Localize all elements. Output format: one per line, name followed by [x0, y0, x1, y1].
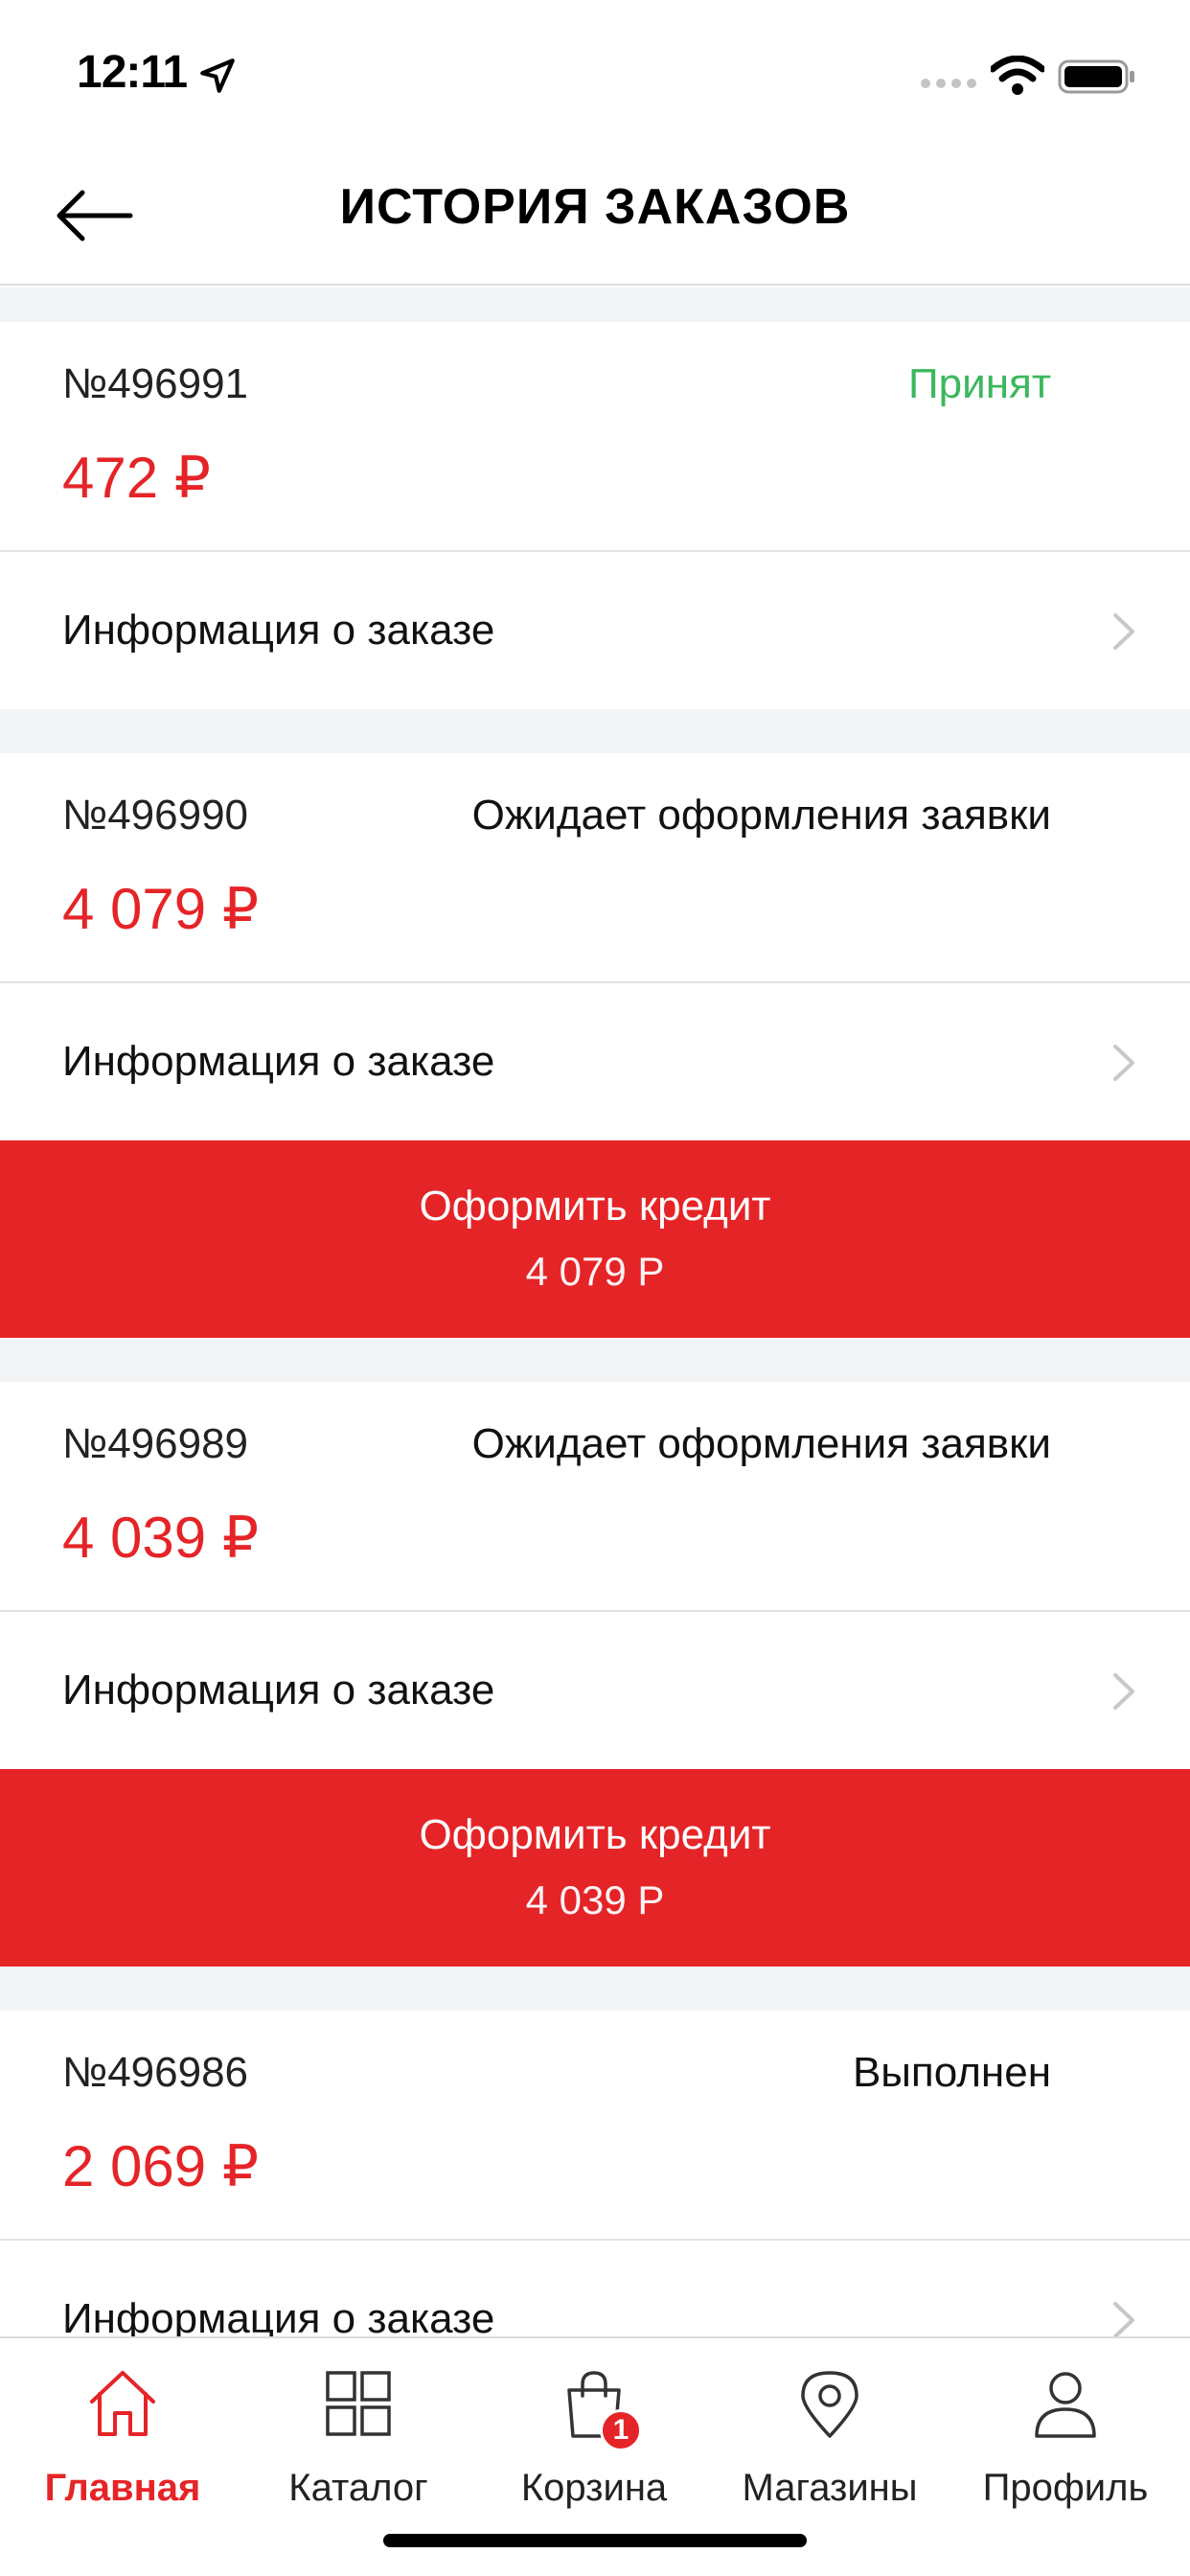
- chevron-right-icon: [1113, 1045, 1134, 1081]
- order-header: №496990 Ожидает оформления заявки 4 079 …: [0, 753, 1190, 983]
- tab-label: Магазины: [742, 2467, 918, 2509]
- order-price: 472 ₽: [62, 446, 211, 510]
- tab-stores[interactable]: Магазины: [724, 2365, 935, 2510]
- order-info-row[interactable]: Информация о заказе: [0, 2241, 1190, 2336]
- home-icon: [90, 2371, 155, 2436]
- chevron-right-icon: [1113, 613, 1134, 650]
- tab-profile[interactable]: Профиль: [960, 2365, 1171, 2510]
- credit-button-amount: 4 079 Р: [525, 1249, 665, 1294]
- location-pin-icon: [801, 2371, 858, 2438]
- home-indicator: [383, 2534, 807, 2547]
- order-card: №496990 Ожидает оформления заявки 4 079 …: [0, 753, 1190, 1338]
- credit-button-amount: 4 039 Р: [525, 1877, 665, 1922]
- order-card: №496989 Ожидает оформления заявки 4 039 …: [0, 1382, 1190, 1966]
- tab-cart[interactable]: 1 Корзина: [489, 2365, 699, 2510]
- order-status: Выполнен: [852, 2049, 1051, 2096]
- nav-header: ИСТОРИЯ ЗАКАЗОВ: [0, 144, 1190, 286]
- user-icon: [1035, 2372, 1096, 2438]
- order-card: №496991 Принят 472 ₽ Информация о заказе: [0, 322, 1190, 709]
- tab-label: Каталог: [288, 2467, 428, 2509]
- order-status: Принят: [908, 360, 1051, 407]
- order-info-label: Информация о заказе: [62, 607, 495, 654]
- order-info-row[interactable]: Информация о заказе: [0, 552, 1190, 709]
- tab-label: Корзина: [520, 2467, 668, 2509]
- credit-button-label: Оформить кредит: [419, 1183, 771, 1230]
- grid-icon: [326, 2371, 391, 2436]
- page-title: ИСТОРИЯ ЗАКАЗОВ: [339, 179, 851, 235]
- order-status: Ожидает оформления заявки: [471, 792, 1051, 839]
- order-info-row[interactable]: Информация о заказе: [0, 983, 1190, 1140]
- apply-credit-button[interactable]: Оформить кредит 4 079 Р: [0, 1140, 1190, 1338]
- order-status: Ожидает оформления заявки: [471, 1420, 1051, 1467]
- tab-label: Профиль: [982, 2467, 1149, 2509]
- order-number: №496986: [62, 2049, 249, 2096]
- order-number: №496991: [62, 360, 249, 407]
- order-header: №496989 Ожидает оформления заявки 4 039 …: [0, 1382, 1190, 1612]
- order-card: №496986 Выполнен 2 069 ₽ Информация о за…: [0, 2011, 1190, 2336]
- credit-button-label: Оформить кредит: [419, 1811, 771, 1858]
- order-info-label: Информация о заказе: [62, 1038, 495, 1085]
- order-info-row[interactable]: Информация о заказе: [0, 1612, 1190, 1769]
- order-header: №496986 Выполнен 2 069 ₽: [0, 2011, 1190, 2241]
- cart-badge: 1: [600, 2409, 642, 2451]
- order-info-label: Информация о заказе: [62, 1667, 495, 1714]
- battery-icon: [1058, 59, 1134, 94]
- order-price: 4 039 ₽: [62, 1506, 259, 1570]
- apply-credit-button[interactable]: Оформить кредит 4 039 Р: [0, 1769, 1190, 1966]
- order-number: №496989: [62, 1420, 249, 1467]
- order-price: 4 079 ₽: [62, 877, 259, 941]
- order-number: №496990: [62, 792, 249, 839]
- order-price: 2 069 ₽: [62, 2134, 259, 2198]
- orders-list[interactable]: №496991 Принят 472 ₽ Информация о заказе…: [0, 288, 1190, 2336]
- order-header: №496991 Принят 472 ₽: [0, 322, 1190, 552]
- tab-label: Главная: [44, 2467, 201, 2509]
- chevron-right-icon: [1113, 2302, 1134, 2336]
- chevron-right-icon: [1113, 1673, 1134, 1710]
- wifi-icon: [991, 56, 1044, 95]
- order-info-label: Информация о заказе: [62, 2295, 495, 2336]
- status-time: 12:11: [77, 47, 188, 98]
- location-arrow-icon: [200, 58, 235, 93]
- status-bar: 12:11: [0, 0, 1190, 144]
- cellular-signal-icon: [921, 79, 976, 88]
- tab-catalog[interactable]: Каталог: [253, 2365, 464, 2510]
- tab-home[interactable]: Главная: [17, 2365, 228, 2510]
